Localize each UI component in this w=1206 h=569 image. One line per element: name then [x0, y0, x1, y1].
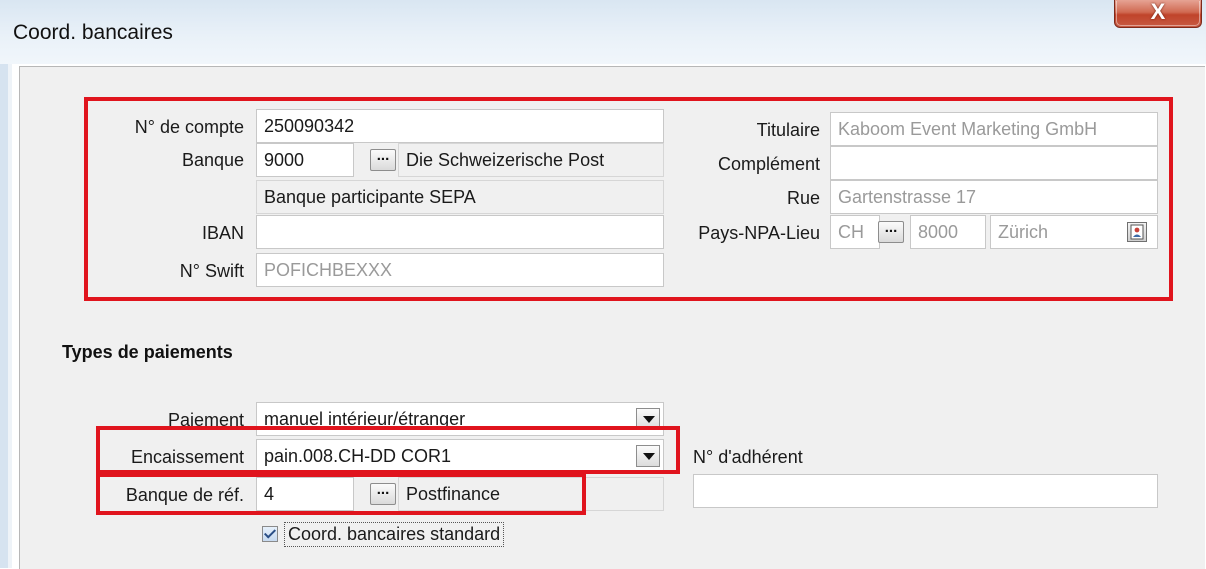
close-button[interactable]: X — [1114, 0, 1202, 28]
window-titlebar: Coord. bancaires — [0, 0, 1206, 64]
reference-bank-highlight — [96, 473, 586, 515]
member-number-field[interactable] — [693, 474, 1158, 508]
close-icon: X — [1150, 0, 1166, 24]
collection-highlight — [96, 426, 680, 474]
payment-types-heading: Types de paiements — [62, 342, 233, 362]
window-left-frame — [0, 64, 8, 568]
window-left-frame-inner — [8, 64, 12, 568]
bank-details-highlight — [84, 97, 1173, 301]
standard-bank-checkbox[interactable] — [262, 526, 278, 542]
window-title: Coord. bancaires — [13, 21, 173, 44]
member-number-label: N° d'adhérent — [693, 447, 803, 467]
standard-bank-checkbox-label[interactable]: Coord. bancaires standard — [284, 522, 505, 547]
